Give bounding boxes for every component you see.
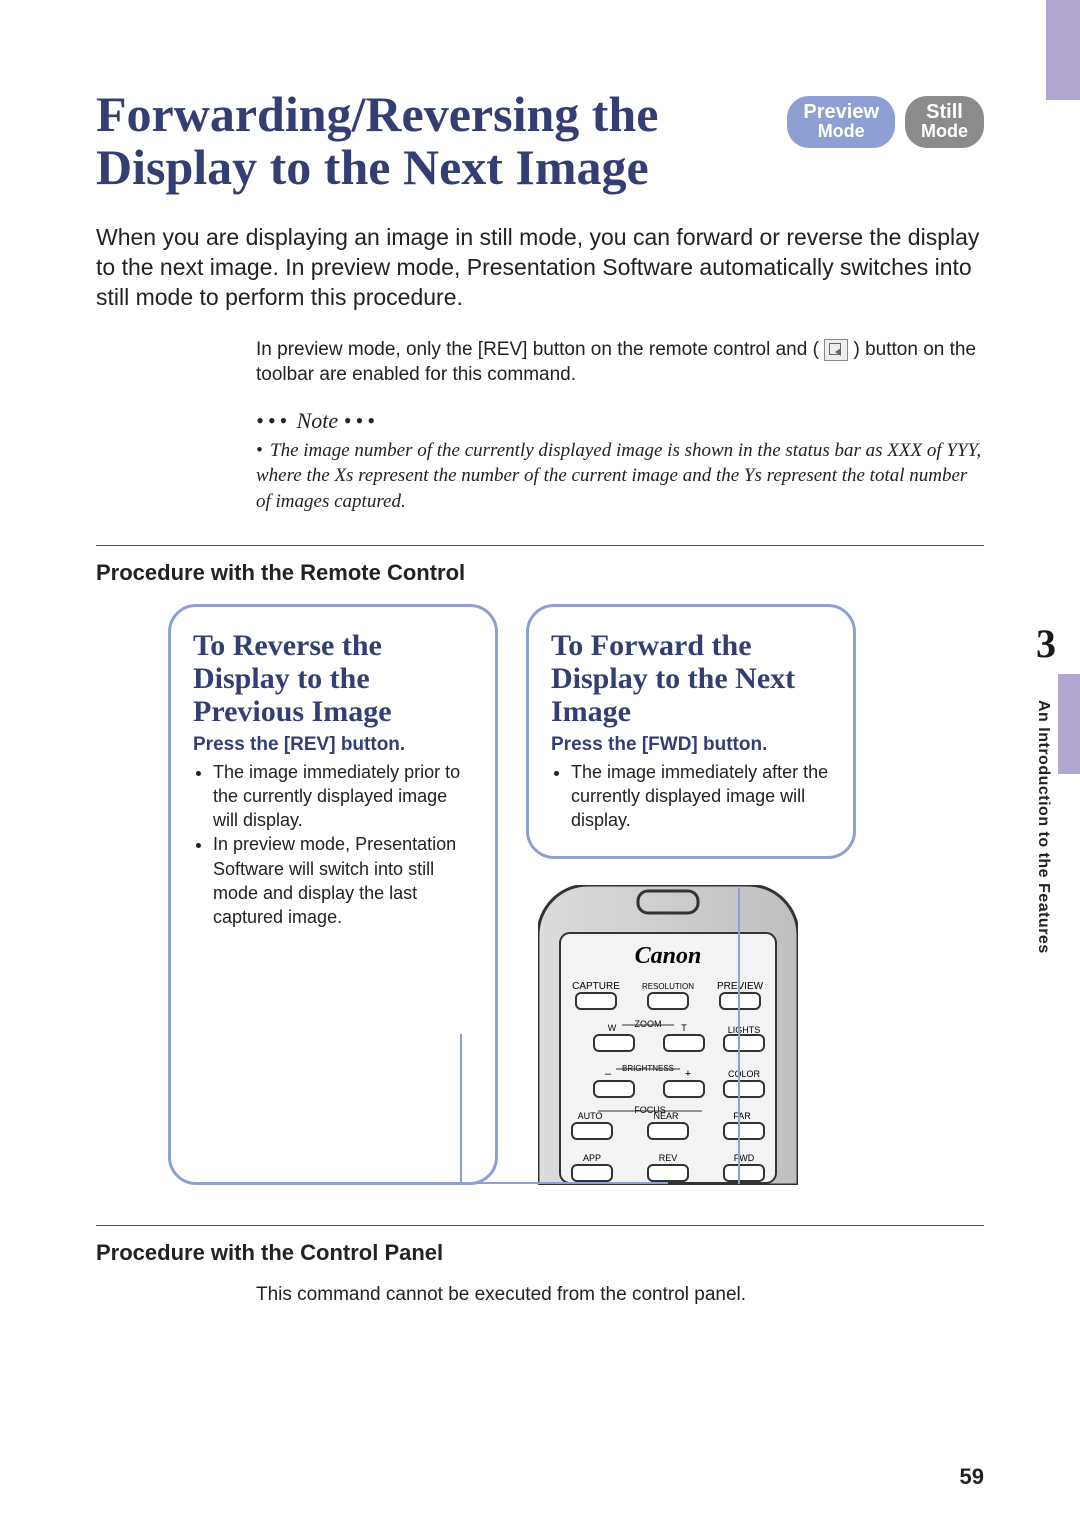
lbl-capture: CAPTURE [572, 981, 620, 992]
lbl-near: NEAR [653, 1111, 679, 1121]
card-reverse-b2: In preview mode, Presentation Software w… [213, 832, 473, 929]
section-panel-heading: Procedure with the Control Panel [96, 1240, 984, 1266]
card-reverse: To Reverse the Display to the Previous I… [168, 604, 498, 1186]
card-forward-column: To Forward the Display to the Next Image… [526, 604, 856, 1186]
lbl-color: COLOR [728, 1069, 761, 1079]
remote-rev-button [648, 1165, 688, 1181]
badge-preview-line2: Mode [803, 122, 879, 140]
chapter-number-text: 3 [1036, 620, 1056, 667]
lbl-minus: – [605, 1068, 612, 1080]
subnote-a: In preview mode, only the [REV] button o… [256, 339, 819, 360]
card-forward-action: Press the [FWD] button. [551, 734, 831, 756]
remote-brand-text: Canon [635, 943, 702, 969]
card-reverse-b1: The image immediately prior to the curre… [213, 760, 473, 833]
card-reverse-action: Press the [REV] button. [193, 734, 473, 756]
chapter-number: 3 [1036, 620, 1056, 667]
remote-control-illustration: Canon CAPTURE RESOLUTION PREVIEW ZOOM W … [538, 885, 798, 1185]
card-forward-title: To Forward the Display to the Next Image [551, 629, 831, 728]
card-reverse-list: The image immediately prior to the curre… [193, 760, 473, 930]
badge-still-line1: Still [926, 101, 963, 123]
separator-2 [96, 1225, 984, 1226]
note-text: The image number of the currently displa… [256, 440, 981, 512]
lbl-far: FAR [733, 1111, 751, 1121]
cards-row: To Reverse the Display to the Previous I… [168, 604, 984, 1186]
section-remote-heading: Procedure with the Remote Control [96, 560, 984, 586]
lbl-t: T [681, 1023, 687, 1033]
page-title: Forwarding/Reversing the Display to the … [96, 88, 767, 193]
manual-page: Forwarding/Reversing the Display to the … [0, 0, 1080, 1526]
page-number: 59 [960, 1464, 984, 1490]
remote-fwd-button [724, 1165, 764, 1181]
note-label: Note [297, 408, 339, 433]
badge-still-line2: Mode [921, 122, 968, 140]
toolbar-rev-icon [824, 339, 848, 361]
connector-rev-h [460, 1182, 668, 1184]
badge-still-mode: Still Mode [905, 96, 984, 148]
card-reverse-title: To Reverse the Display to the Previous I… [193, 629, 473, 728]
card-forward: To Forward the Display to the Next Image… [526, 604, 856, 860]
title-row: Forwarding/Reversing the Display to the … [96, 88, 984, 193]
connector-rev-v [460, 1034, 462, 1184]
connector-fwd-v [738, 888, 740, 1184]
lbl-plus: + [685, 1068, 691, 1080]
side-tab [1058, 674, 1080, 774]
card-forward-list: The image immediately after the currentl… [551, 760, 831, 833]
lbl-preview: PREVIEW [717, 981, 764, 992]
badge-preview-line1: Preview [803, 101, 879, 123]
lbl-w: W [608, 1023, 617, 1033]
intro-paragraph: When you are displaying an image in stil… [96, 223, 984, 313]
subnote-block: In preview mode, only the [REV] button o… [256, 337, 984, 515]
lbl-resolution: RESOLUTION [642, 982, 694, 991]
lbl-app: APP [583, 1153, 601, 1163]
note-heading: ••• Note ••• [256, 406, 984, 436]
note-body: •The image number of the currently displ… [256, 438, 984, 515]
panel-note: This command cannot be executed from the… [256, 1284, 984, 1306]
lbl-fwd: FWD [734, 1153, 755, 1163]
chapter-label: An Introduction to the Features [1034, 700, 1052, 954]
separator-1 [96, 545, 984, 546]
card-forward-b1: The image immediately after the currentl… [571, 760, 831, 833]
top-edge-tab [1046, 0, 1080, 100]
lbl-auto: AUTO [578, 1111, 603, 1121]
lbl-rev: REV [659, 1153, 678, 1163]
badge-preview-mode: Preview Mode [787, 96, 895, 148]
mode-badges: Preview Mode Still Mode [787, 88, 984, 148]
lbl-zoom: ZOOM [635, 1019, 662, 1029]
lbl-lights: LIGHTS [728, 1025, 761, 1035]
